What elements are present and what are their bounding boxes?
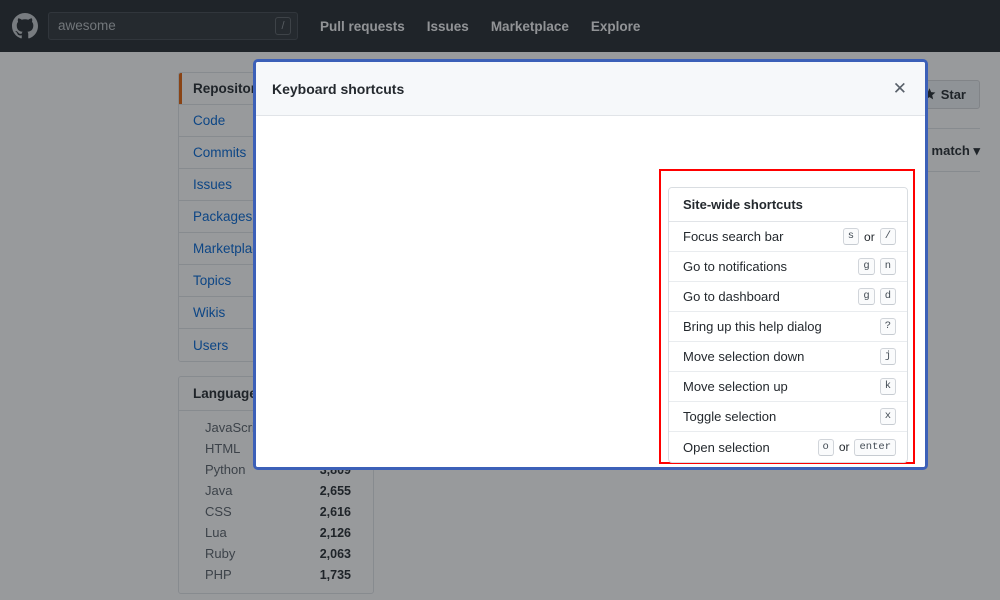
close-icon[interactable]: ✕: [893, 80, 907, 97]
dialog-header: Keyboard shortcuts ✕: [256, 62, 925, 116]
shortcut-label: Focus search bar: [683, 229, 783, 244]
key-cap: k: [880, 378, 896, 395]
shortcut-row: Bring up this help dialog ?: [669, 312, 907, 342]
shortcut-row: Move selection up k: [669, 372, 907, 402]
keyboard-shortcuts-dialog: Keyboard shortcuts ✕ Site-wide shortcuts…: [253, 59, 928, 470]
shortcut-label: Move selection up: [683, 379, 788, 394]
key-separator: or: [839, 440, 850, 454]
key-cap: d: [880, 288, 896, 305]
key-cap: n: [880, 258, 896, 275]
shortcut-label: Open selection: [683, 440, 770, 455]
shortcut-keys: j: [880, 348, 896, 365]
screen: awesome / Pull requests Issues Marketpla…: [0, 0, 1000, 600]
shortcut-row: Toggle selection x: [669, 402, 907, 432]
key-cap: j: [880, 348, 896, 365]
dialog-body: Site-wide shortcuts Focus search bar s o…: [256, 116, 925, 467]
shortcut-row: Go to dashboard g d: [669, 282, 907, 312]
shortcut-label: Go to notifications: [683, 259, 787, 274]
shortcut-label: Toggle selection: [683, 409, 776, 424]
key-cap: g: [858, 288, 874, 305]
shortcut-keys: g d: [858, 288, 896, 305]
shortcut-row: Go to notifications g n: [669, 252, 907, 282]
key-cap: enter: [854, 439, 896, 456]
key-cap: s: [843, 228, 859, 245]
shortcut-keys: g n: [858, 258, 896, 275]
shortcut-keys: k: [880, 378, 896, 395]
key-cap: /: [880, 228, 896, 245]
key-cap: g: [858, 258, 874, 275]
shortcuts-section-title: Site-wide shortcuts: [669, 188, 907, 222]
shortcut-row: Focus search bar s or /: [669, 222, 907, 252]
shortcut-keys: x: [880, 408, 896, 425]
key-cap: o: [818, 439, 834, 456]
dialog-title: Keyboard shortcuts: [272, 81, 404, 97]
key-cap: ?: [880, 318, 896, 335]
shortcut-label: Bring up this help dialog: [683, 319, 822, 334]
key-separator: or: [864, 230, 875, 244]
shortcut-label: Move selection down: [683, 349, 804, 364]
shortcut-row: Open selection o or enter: [669, 432, 907, 462]
shortcut-label: Go to dashboard: [683, 289, 780, 304]
shortcut-row: Move selection down j: [669, 342, 907, 372]
shortcut-keys: o or enter: [818, 439, 897, 456]
shortcut-keys: ?: [880, 318, 896, 335]
site-wide-shortcuts-card: Site-wide shortcuts Focus search bar s o…: [668, 187, 908, 463]
key-cap: x: [880, 408, 896, 425]
shortcut-keys: s or /: [843, 228, 896, 245]
